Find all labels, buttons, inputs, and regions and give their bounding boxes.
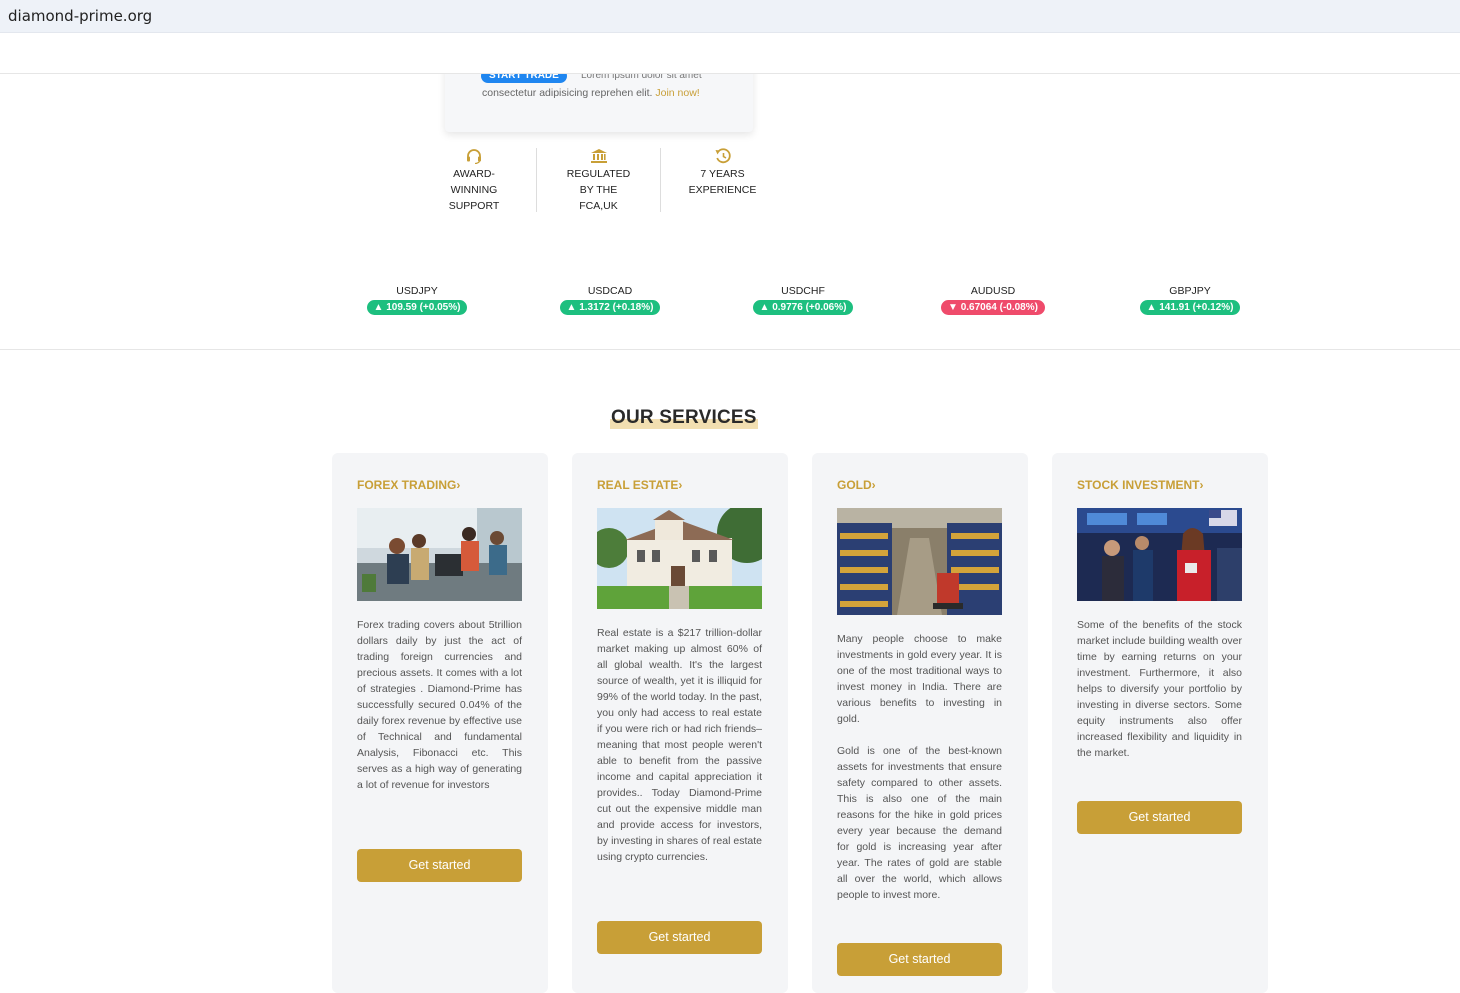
section-divider <box>0 349 1460 350</box>
ticker-usdcad[interactable]: USDCAD ▲ 1.3172 (+0.18%) <box>553 285 667 315</box>
get-started-button[interactable]: Get started <box>597 921 762 954</box>
caret-up-icon: ▲ <box>373 302 384 313</box>
hero-text-line2: consectetur adipisicing reprehen elit. J… <box>482 87 700 99</box>
ticker-quote-up: ▲ 109.59 (+0.05%) <box>366 300 468 315</box>
ticker-audusd[interactable]: AUDUSD ▼ 0.67064 (-0.08%) <box>936 285 1050 315</box>
service-description: Many people choose to make investments i… <box>837 633 1002 901</box>
ticker-symbol: GBPJPY <box>1169 285 1211 297</box>
feature-label: REGULATED BY THE FCA,UK <box>566 168 631 212</box>
caret-up-icon: ▲ <box>1146 302 1157 313</box>
gold-vault-photo <box>837 508 1002 615</box>
browser-address-bar[interactable]: diamond-prime.org <box>0 0 1460 33</box>
url-text[interactable]: diamond-prime.org <box>8 7 152 25</box>
caret-down-icon: ▼ <box>948 302 958 313</box>
headset-icon <box>467 149 481 164</box>
ticker-usdchf[interactable]: USDCHF ▲ 0.9776 (+0.06%) <box>746 285 860 315</box>
ticker-quote-up: ▲ 1.3172 (+0.18%) <box>559 300 661 315</box>
feature-label: 7 YEARS EXPERIENCE <box>688 168 757 196</box>
service-card-stock: STOCK INVESTMENT› Some of the benefits o… <box>1052 453 1268 993</box>
ticker-symbol: USDCAD <box>587 285 633 297</box>
service-card-forex: FOREX TRADING› Forex trading covers abou… <box>332 453 548 993</box>
office-team-photo <box>357 508 522 601</box>
ticker-quote-down: ▼ 0.67064 (-0.08%) <box>941 300 1045 315</box>
ticker-symbol: USDCHF <box>781 285 825 297</box>
ticker-gbpjpy[interactable]: GBPJPY ▲ 141.91 (+0.12%) <box>1133 285 1247 315</box>
service-title-link[interactable]: REAL ESTATE› <box>597 478 682 492</box>
ticker-usdjpy[interactable]: USDJPY ▲ 109.59 (+0.05%) <box>360 285 474 315</box>
get-started-button[interactable]: Get started <box>357 849 522 882</box>
stock-exchange-photo <box>1077 508 1242 601</box>
feature-experience: 7 YEARS EXPERIENCE <box>660 148 784 212</box>
feature-regulated: REGULATED BY THE FCA,UK <box>536 148 660 212</box>
feature-support: AWARD- WINNING SUPPORT <box>412 148 536 214</box>
caret-up-icon: ▲ <box>759 302 770 313</box>
service-card-real-estate: REAL ESTATE› Real estate is a $217 trill… <box>572 453 788 993</box>
bank-icon <box>590 149 607 163</box>
ticker-symbol: USDJPY <box>396 285 438 297</box>
service-title-link[interactable]: FOREX TRADING› <box>357 478 460 492</box>
service-title-link[interactable]: GOLD› <box>837 478 876 492</box>
join-now-link[interactable]: Join now! <box>655 87 699 99</box>
site-header <box>0 33 1460 74</box>
get-started-button[interactable]: Get started <box>1077 801 1242 834</box>
features-row: AWARD- WINNING SUPPORT REGULATED BY THE … <box>412 148 792 214</box>
ticker-quote-up: ▲ 0.9776 (+0.06%) <box>752 300 854 315</box>
house-photo <box>597 508 762 609</box>
service-title-link[interactable]: STOCK INVESTMENT› <box>1077 478 1203 492</box>
ticker-quote-up: ▲ 141.91 (+0.12%) <box>1139 300 1241 315</box>
services-heading: OUR SERVICES <box>610 407 758 429</box>
service-description: Forex trading covers about 5trillion dol… <box>357 619 522 791</box>
service-card-gold: GOLD› Many people choose to make investm… <box>812 453 1028 993</box>
get-started-button[interactable]: Get started <box>837 943 1002 976</box>
caret-up-icon: ▲ <box>566 302 577 313</box>
feature-label: AWARD- WINNING SUPPORT <box>448 168 500 212</box>
history-icon <box>715 148 731 164</box>
service-description: Real estate is a $217 trillion-dollar ma… <box>597 627 762 863</box>
service-description: Some of the benefits of the stock market… <box>1077 619 1242 759</box>
ticker-symbol: AUDUSD <box>970 285 1016 297</box>
